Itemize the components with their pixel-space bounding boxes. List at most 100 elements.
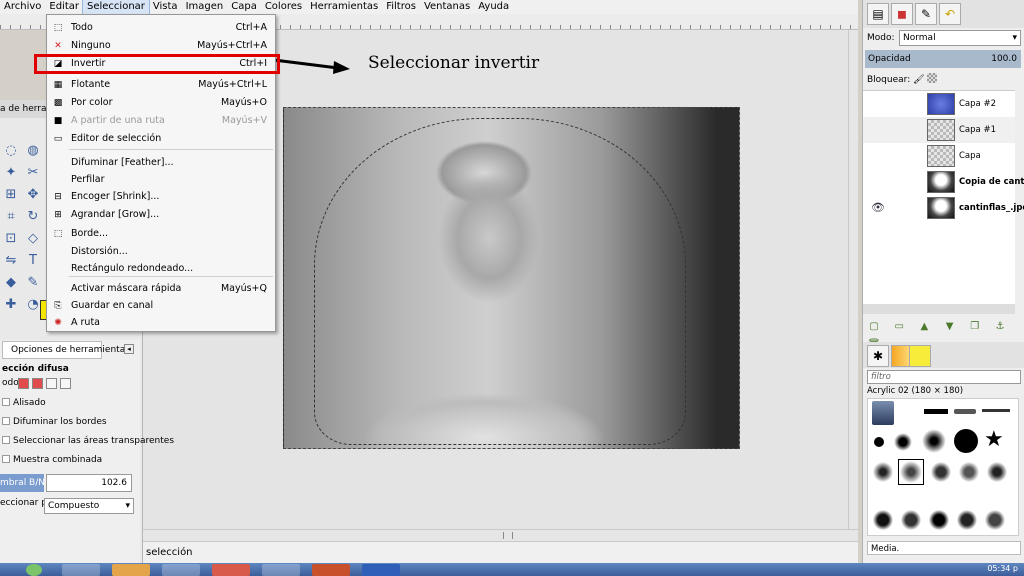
taskbar-app-4[interactable] (212, 564, 250, 576)
antialias-option[interactable]: Alisado (2, 398, 46, 408)
start-button-icon[interactable] (26, 564, 42, 576)
lower-layer-icon[interactable]: ▼ (939, 318, 961, 336)
brush-texture-6[interactable] (900, 509, 922, 531)
mode-replace-icon[interactable] (18, 378, 29, 389)
menu-ventanas[interactable]: Ventanas (420, 0, 474, 14)
lock-alpha-icon[interactable] (927, 73, 938, 83)
menu-capa[interactable]: Capa (227, 0, 261, 14)
brush-texture-4[interactable] (986, 461, 1008, 483)
layer-row[interactable]: Copia de cantinfl (863, 169, 1024, 195)
brush-line-thin[interactable] (982, 409, 1010, 412)
brush-line[interactable] (924, 409, 948, 414)
star-icon[interactable]: ★ (984, 429, 1006, 451)
feather-checkbox[interactable] (2, 417, 10, 425)
antialias-checkbox[interactable] (2, 398, 10, 406)
new-group-icon[interactable]: ▭ (888, 318, 910, 336)
sample-merged-checkbox[interactable] (2, 455, 10, 463)
menu-item-activar-máscara-rápida[interactable]: Activar máscara rápida Mayús+Q (47, 280, 275, 298)
brush-texture-7[interactable] (928, 509, 950, 531)
menu-archivo[interactable]: Archivo (0, 0, 45, 14)
bucket-icon[interactable]: ◆ (1, 274, 21, 292)
raise-layer-icon[interactable]: ▲ (913, 318, 935, 336)
brush-line-soft[interactable] (954, 409, 976, 414)
menu-item-agrandar-grow[interactable]: ⊞ Agrandar [Grow]... (47, 206, 275, 224)
feather-option[interactable]: Difuminar los bordes (2, 417, 107, 427)
mode-add-icon[interactable] (32, 378, 43, 389)
undo-tab-icon[interactable]: ↶ (939, 3, 961, 25)
menu-item-por-color[interactable]: ▩ Por color Mayús+O (47, 94, 275, 112)
eye-icon[interactable]: 👁 (871, 195, 885, 221)
select-transparent-option[interactable]: Seleccionar las áreas transparentes (2, 436, 174, 446)
duplicate-layer-icon[interactable]: ❐ (964, 318, 986, 336)
vertical-scrollbar[interactable] (848, 30, 858, 529)
scissors-icon[interactable]: ✂ (23, 164, 43, 182)
lasso-icon[interactable]: ◌ (1, 142, 21, 160)
menu-item-difuminar-feather[interactable]: Difuminar [Feather]... (47, 154, 275, 172)
menu-item-guardar-en-canal[interactable]: ⎘ Guardar en canal (47, 297, 275, 315)
cage-icon[interactable]: ⊡ (1, 230, 21, 248)
brush-small[interactable] (874, 437, 884, 447)
menu-ayuda[interactable]: Ayuda (474, 0, 513, 14)
taskbar-app-7[interactable] (362, 564, 400, 576)
brush-hard-large[interactable] (954, 429, 978, 453)
toolbox-tab[interactable]: a de herramientas (0, 100, 48, 118)
menu-item-a-ruta[interactable]: ✺ A ruta (47, 314, 275, 332)
menu-herramientas[interactable]: Herramientas (306, 0, 382, 14)
tool-options-tab[interactable]: Opciones de herramienta (2, 341, 125, 359)
menu-item-distorsión[interactable]: Distorsión... (47, 243, 275, 261)
sample-merged-option[interactable]: Muestra combinada (2, 455, 102, 465)
layer-list-scrollbar[interactable] (863, 304, 1015, 314)
horizontal-scrollbar[interactable] (143, 529, 858, 541)
taskbar-app-5[interactable] (262, 564, 300, 576)
layer-mode-dropdown[interactable]: Normal ▾ (899, 30, 1021, 46)
menu-item-a-partir-de-una-ruta[interactable]: ■ A partir de una ruta Mayús+V (47, 112, 275, 130)
menu-seleccionar[interactable]: Seleccionar (82, 0, 150, 15)
fuzzy-icon[interactable]: ✦ (1, 164, 21, 182)
select-transparent-checkbox[interactable] (2, 436, 10, 444)
select-by-dropdown[interactable]: Compuesto ▾ (44, 498, 134, 514)
channels-tab-icon[interactable]: ◼ (891, 3, 913, 25)
menu-filtros[interactable]: Filtros (382, 0, 420, 14)
menu-item-flotante[interactable]: ▦ Flotante Mayús+Ctrl+L (47, 76, 275, 94)
brush-texture-5[interactable] (872, 509, 894, 531)
menu-item-borde[interactable]: ⬚ Borde... (47, 225, 275, 243)
brush-texture-2[interactable] (930, 461, 952, 483)
paths-tab-icon[interactable]: ✎ (915, 3, 937, 25)
pencil-icon[interactable]: ✎ (23, 274, 43, 292)
brush-grid[interactable]: ★ (867, 398, 1019, 536)
brush-fuzzy-large[interactable] (922, 429, 946, 453)
opacity-slider[interactable]: Opacidad 100.0 (865, 50, 1021, 68)
anchor-layer-icon[interactable]: ⚓ (989, 318, 1011, 336)
menu-item-todo[interactable]: ⬚ Todo Ctrl+A (47, 19, 275, 37)
menu-imagen[interactable]: Imagen (182, 0, 228, 14)
taskbar-app-3[interactable] (162, 564, 200, 576)
new-layer-icon[interactable]: ▢ (863, 318, 885, 336)
rotate-icon[interactable]: ↻ (23, 208, 43, 226)
menu-colores[interactable]: Colores (261, 0, 306, 14)
taskbar-app-6[interactable] (312, 564, 350, 576)
brush-texture-8[interactable] (956, 509, 978, 531)
panel-menu-icon[interactable]: ◂ (124, 344, 134, 354)
patterns-tab-icon[interactable] (909, 345, 931, 367)
heal-icon[interactable]: ✚ (1, 296, 21, 314)
crop-icon[interactable]: ⌗ (1, 208, 21, 226)
align-icon[interactable]: ⊞ (1, 186, 21, 204)
mode-intersect-icon[interactable] (60, 378, 71, 389)
taskbar-app-1[interactable] (62, 564, 100, 576)
layer-row[interactable]: Capa (863, 143, 1015, 169)
layer-row[interactable]: 👁 cantinflas_.jpeg (863, 195, 1024, 221)
menu-item-perfilar[interactable]: Perfilar (47, 171, 275, 189)
image-canvas[interactable] (283, 107, 740, 449)
ellipse-icon[interactable]: ◍ (23, 142, 43, 160)
brush-texture-3[interactable] (958, 461, 980, 483)
menu-vista[interactable]: Vista (149, 0, 182, 14)
brush-photo[interactable] (872, 401, 894, 425)
layer-row[interactable]: Capa #1 (863, 117, 1015, 143)
layers-tab-icon[interactable]: ▤ (867, 3, 889, 25)
media-dropdown[interactable]: Media. (867, 541, 1021, 555)
scroll-grip-icon[interactable] (503, 532, 513, 539)
brush-texture-9[interactable] (984, 509, 1006, 531)
menu-editar[interactable]: Editar (45, 0, 83, 14)
brush-texture-1[interactable] (872, 461, 894, 483)
brushes-tab-icon[interactable]: ✱ (867, 345, 889, 367)
